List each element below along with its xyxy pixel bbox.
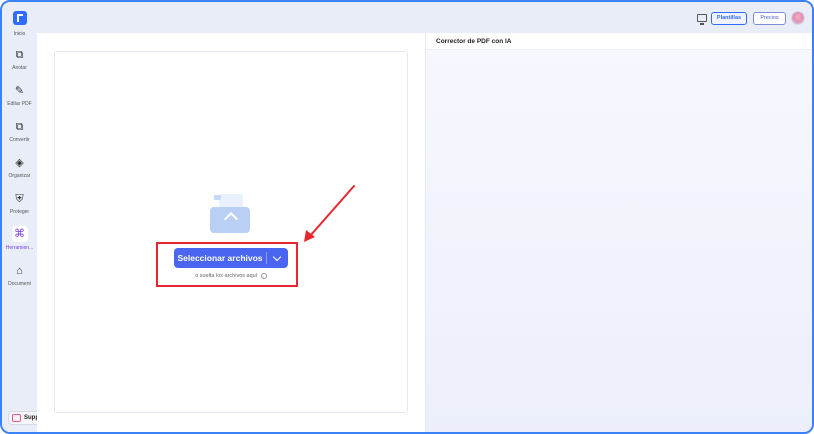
edit-icon: ✎ [14,85,25,97]
sidebar-item-label: Document [8,281,31,287]
sidebar-item-convertir[interactable]: ⧉ Convertir [2,120,37,143]
app-window: Inicio ⧉ Anotar ✎ Editar PDF ⧉ Convertir… [0,0,814,434]
drop-hint-text: o suelta los archivos aquí [195,273,258,279]
panel-header: Corrector de PDF con IA [426,33,812,50]
organize-icon: ◈ [15,157,24,169]
folder-upload-icon [210,194,250,234]
sidebar-item-label: Proteger [9,209,30,215]
drop-hint: o suelta los archivos aquí i [174,271,288,281]
select-files-label: Seleccionar archivos [177,253,263,263]
select-files-button[interactable]: Seleccionar archivos [174,248,288,268]
monitor-icon[interactable] [697,14,707,25]
sidebar-item-label: Organizar [8,173,31,179]
sidebar-item-proteger[interactable]: ⛨ Proteger [2,192,37,215]
sidebar: Inicio ⧉ Anotar ✎ Editar PDF ⧉ Convertir… [2,2,48,432]
sidebar-item-label: Convertir [9,137,30,143]
plantillas-button[interactable]: Plantillas [711,12,747,25]
sidebar-item-herramientas[interactable]: ⌘ Herramien... [2,226,37,251]
avatar[interactable] [791,11,805,25]
shield-icon: ⛨ [15,193,24,205]
document-home-icon: ⌂ [16,265,23,277]
app-logo-icon[interactable] [13,11,27,25]
sidebar-item-label: Inicio [13,31,26,37]
precios-button[interactable]: Precios [753,12,786,25]
sidebar-item-document[interactable]: ⌂ Document [2,264,37,287]
sidebar-item-label: Editar PDF [7,101,32,107]
annotate-icon: ⧉ [15,49,24,61]
chat-icon [12,414,21,422]
info-icon[interactable]: i [260,272,267,279]
folder-tab [214,195,221,200]
sidebar-item-inicio[interactable]: Inicio [2,28,37,37]
top-bar: Plantillas Precios [37,2,812,33]
sidebar-item-label: Anotar [12,65,27,71]
tools-icon: ⌘ [11,226,28,242]
sidebar-item-editar-pdf[interactable]: ✎ Editar PDF [2,84,37,107]
ai-corrector-panel: Corrector de PDF con IA [425,33,812,432]
sidebar-item-label: Herramien... [5,245,34,251]
convert-icon: ⧉ [15,121,24,133]
chevron-down-icon[interactable] [267,248,288,268]
sidebar-item-anotar[interactable]: ⧉ Anotar [2,48,37,71]
sidebar-item-organizar[interactable]: ◈ Organizar [2,156,37,179]
panel-title: Corrector de PDF con IA [436,38,512,45]
folder-body [210,207,250,233]
